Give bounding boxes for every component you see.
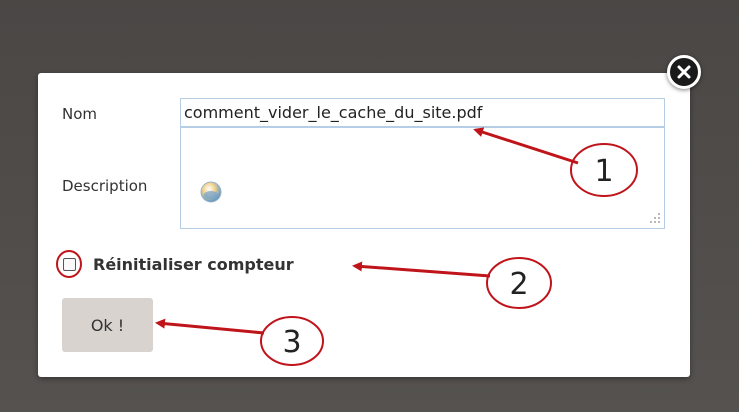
callout-2-number: 2 — [509, 267, 528, 302]
annotation-2: 2 — [56, 250, 552, 309]
checkbox-highlight-circle — [56, 250, 82, 278]
callout-1-number: 1 — [594, 154, 613, 189]
annotation-layer: 1 2 3 — [56, 127, 638, 366]
annotation-1: 1 — [473, 127, 638, 197]
callout-3-number: 3 — [282, 325, 301, 360]
annotation-3: 3 — [155, 316, 324, 366]
